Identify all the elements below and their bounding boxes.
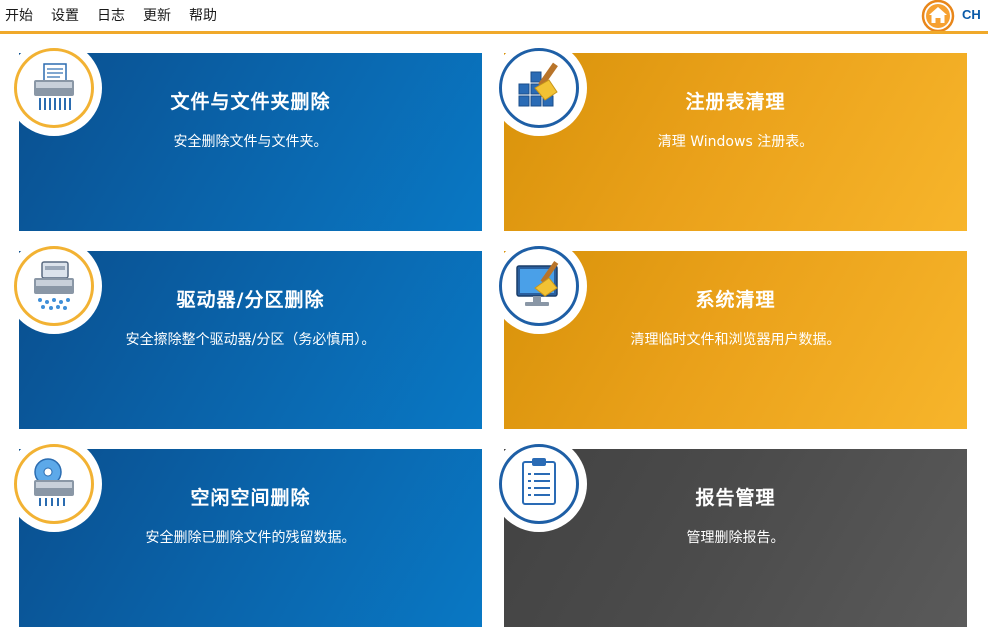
badge-registry-clean bbox=[491, 40, 587, 136]
menu-item-log[interactable]: 日志 bbox=[97, 7, 125, 25]
badge-report-management bbox=[491, 436, 587, 532]
badge-file-folder-delete bbox=[6, 40, 102, 136]
language-button[interactable]: CH bbox=[962, 7, 981, 22]
disc-shredder-icon bbox=[34, 458, 74, 506]
menu-items: 开始 设置 日志 更新 帮助 bbox=[5, 7, 235, 25]
menu-bar: 开始 设置 日志 更新 帮助 CH bbox=[0, 0, 988, 33]
clipboard-report-icon bbox=[522, 458, 556, 505]
home-icon bbox=[921, 0, 955, 33]
badge-free-space-delete bbox=[6, 436, 102, 532]
registry-broom-icon bbox=[518, 62, 558, 107]
badge-system-clean bbox=[491, 238, 587, 334]
file-shredder-icon bbox=[34, 63, 74, 110]
menu-item-help[interactable]: 帮助 bbox=[189, 7, 217, 25]
tile-description: 安全删除已删除文件的残留数据。 bbox=[145, 530, 356, 546]
tile-description: 安全擦除整个驱动器/分区（务必慎用）。 bbox=[125, 332, 376, 348]
home-button[interactable] bbox=[920, 0, 956, 33]
tile-description: 安全删除文件与文件夹。 bbox=[173, 134, 328, 150]
drive-shredder-icon bbox=[34, 261, 74, 310]
tile-description: 清理临时文件和浏览器用户数据。 bbox=[630, 332, 841, 348]
tile-description: 清理 Windows 注册表。 bbox=[657, 134, 814, 150]
menu-item-update[interactable]: 更新 bbox=[143, 7, 171, 25]
menu-item-settings[interactable]: 设置 bbox=[51, 7, 79, 25]
badge-drive-partition-delete bbox=[6, 238, 102, 334]
header-divider bbox=[0, 31, 988, 34]
tile-description: 管理删除报告。 bbox=[686, 530, 785, 546]
monitor-broom-icon bbox=[516, 261, 559, 306]
menu-item-start[interactable]: 开始 bbox=[5, 7, 33, 25]
